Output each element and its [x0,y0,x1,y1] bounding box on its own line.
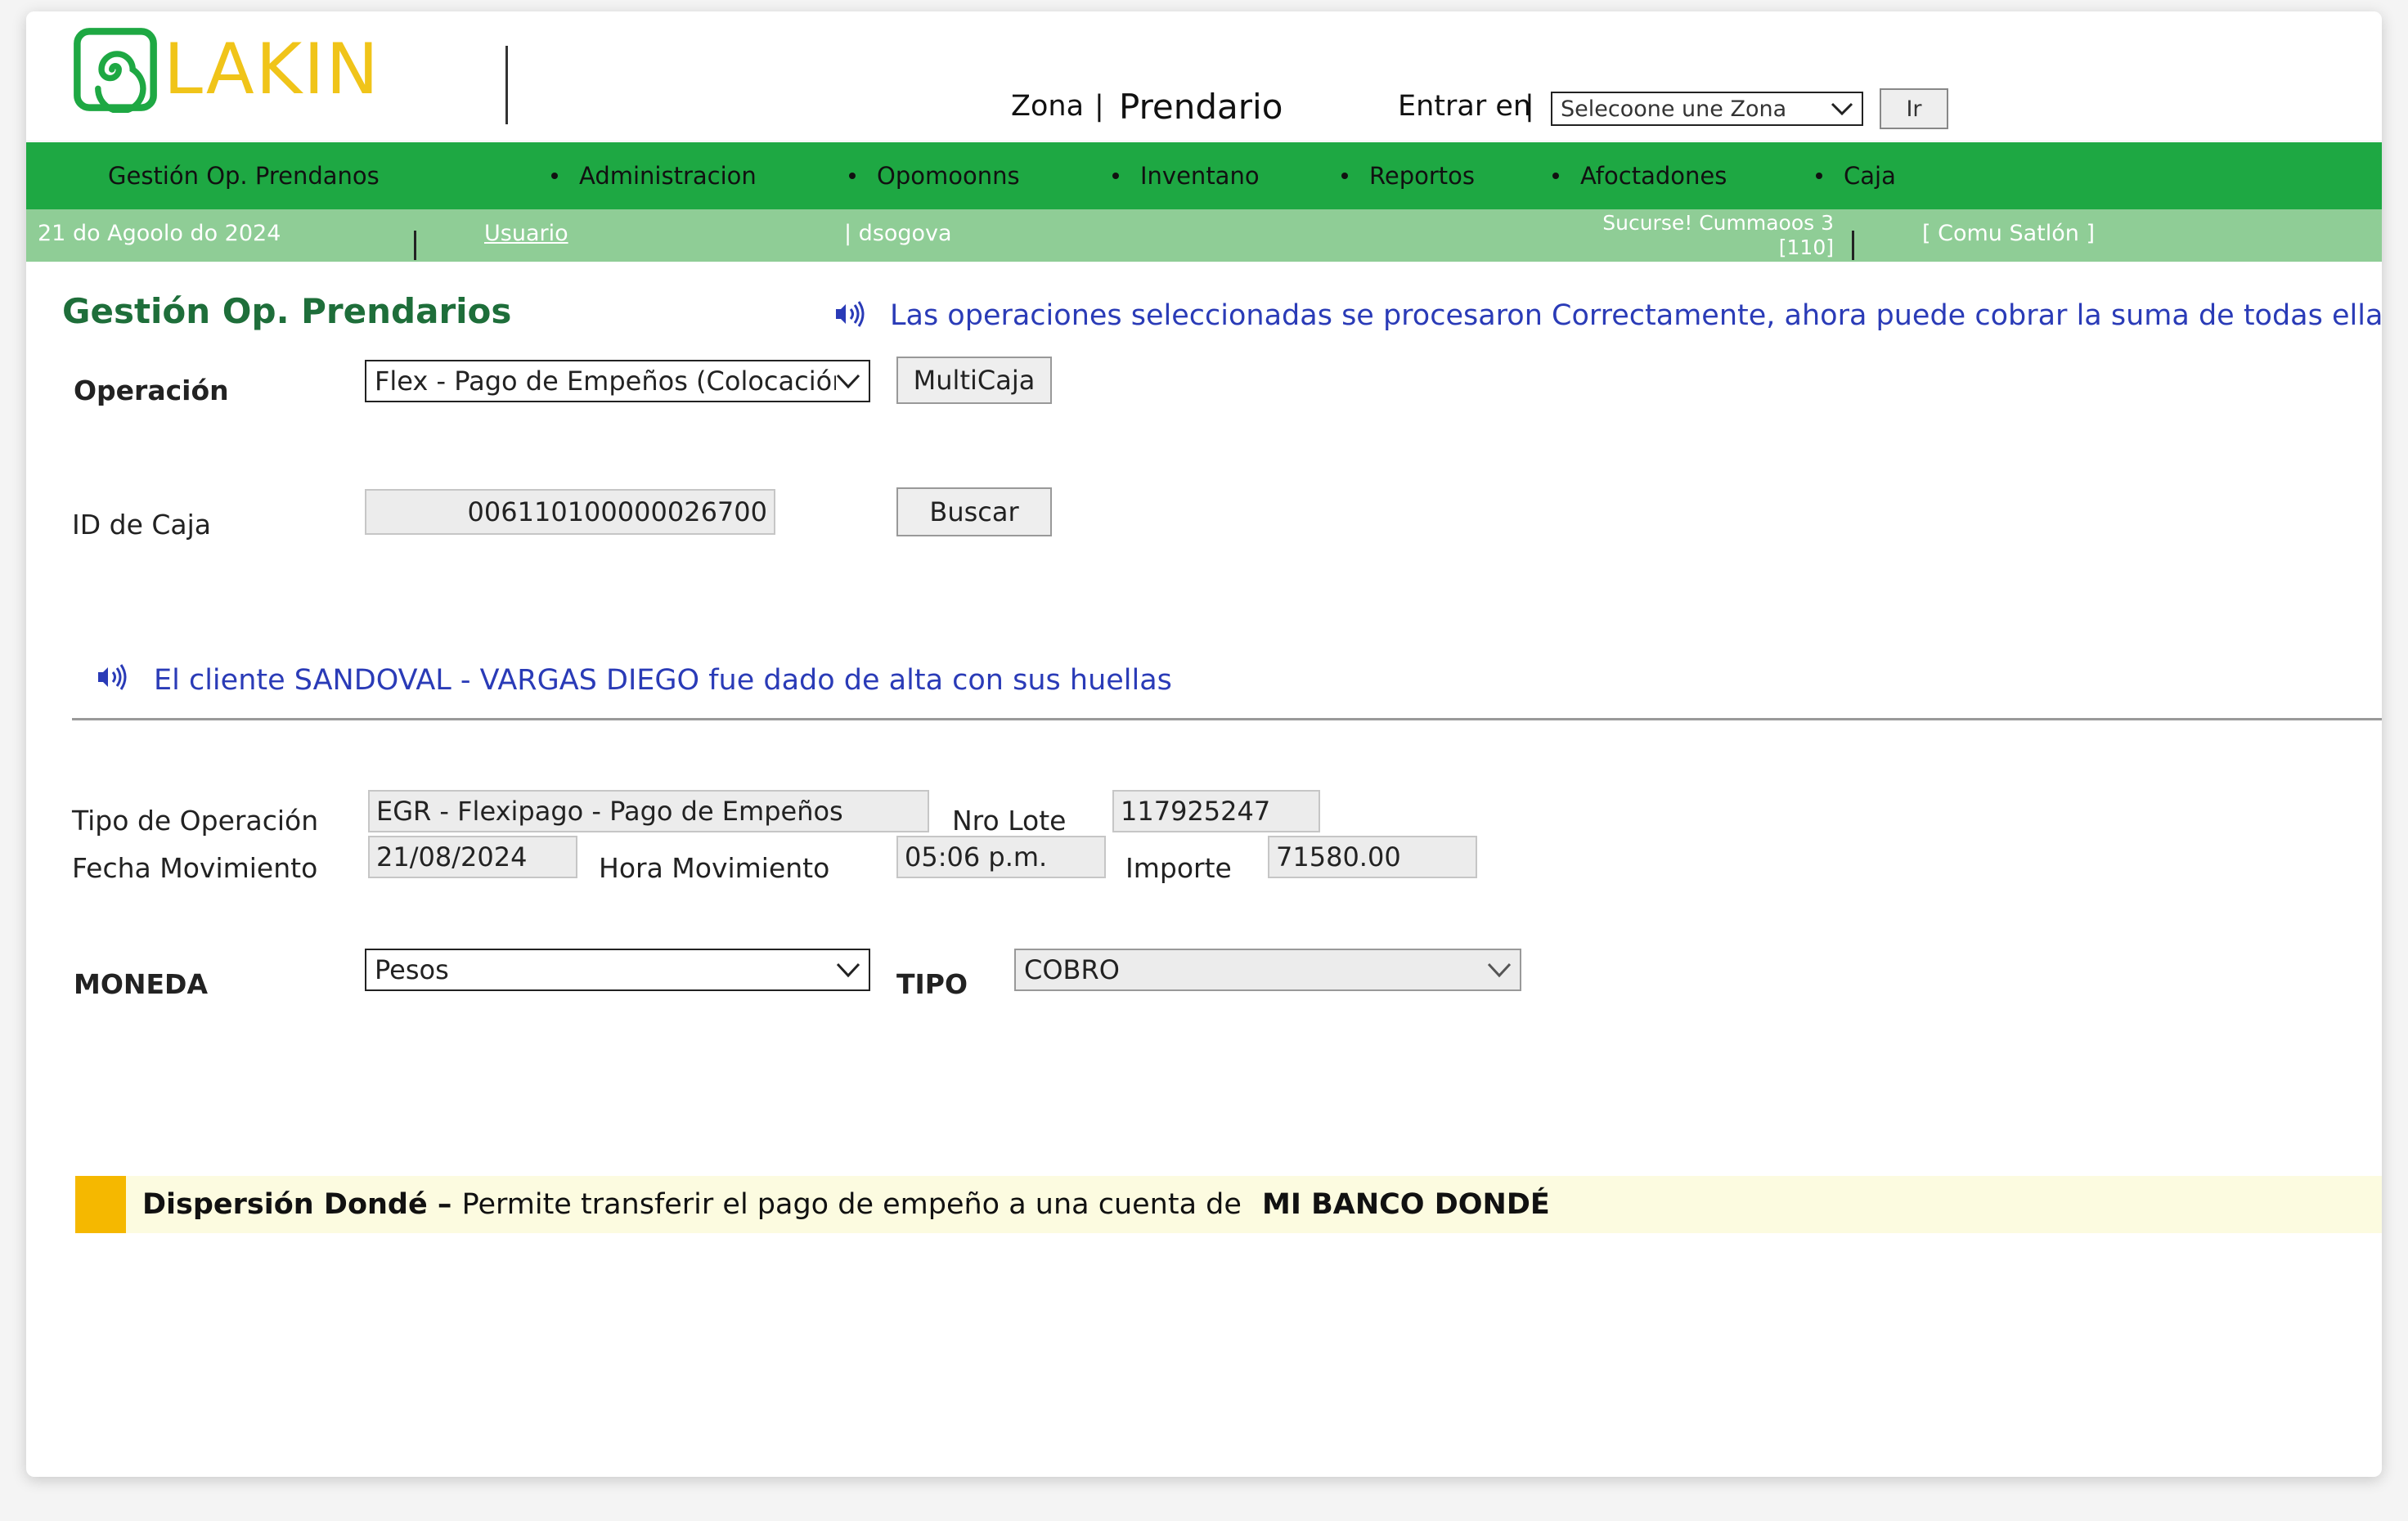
bullet-icon [1816,173,1822,179]
nav-item-label: Afoctadones [1580,162,1727,190]
zona-label: Zona [1011,90,1085,123]
operacion-select[interactable]: Flex - Pago de Empeños (Colocación) [365,360,870,402]
main-nav: Gestión Op. Prendanos Administracion Opo… [26,142,2382,209]
sucursal-name: Sucurse! Cummaoos 3 [1602,211,1834,235]
success-message: Las operaciones seleccionadas se procesa… [890,299,2382,332]
bullet-icon [1112,173,1119,179]
sucursal-id: [110] [1778,236,1834,259]
chevron-down-icon [836,374,860,389]
dispersion-banner[interactable]: Dispersión Dondé – Permite transferir el… [75,1176,2382,1233]
nav-item-label: Administracion [579,162,757,190]
moneda-select[interactable]: Pesos [365,949,870,991]
tipo-select-value: COBRO [1024,954,1120,985]
operacion-label: Operación [74,375,229,406]
app-window: LAKIN Zona | Prendario Entrar en | Selec… [26,11,2382,1477]
id-caja-field[interactable]: 006110100000026700 [365,489,775,535]
usuario-link[interactable]: Usuario [484,221,568,246]
ir-button[interactable]: Ir [1880,88,1948,129]
spiral-logo-icon [74,28,157,113]
bullet-icon [849,173,856,179]
zona-value: Prendario [1119,87,1283,127]
bullet-icon [551,173,558,179]
nav-item-caja[interactable]: Caja [1816,142,1896,209]
zona-select-value: Selecoone une Zona [1561,96,1787,122]
nav-item-operaciones[interactable]: Opomoonns [849,142,1020,209]
tipo-select[interactable]: COBRO [1014,949,1521,991]
info-separator [1852,231,1854,260]
nav-item-label: Opomoonns [877,162,1020,190]
multicaja-button[interactable]: MultiCaja [896,357,1052,404]
entrar-label: Entrar en [1398,90,1532,123]
section-divider [72,718,2382,720]
header-separator [505,46,508,124]
nav-item-afectaciones[interactable]: Afoctadones [1552,142,1727,209]
chevron-down-icon [1487,962,1512,978]
nav-item-label: Inventano [1140,162,1260,190]
entrar-pipe: | [1525,90,1534,123]
banner-text: Dispersión Dondé – Permite transferir el… [142,1188,1550,1221]
logo[interactable]: LAKIN [72,21,399,118]
importe-field[interactable]: 71580.00 [1268,836,1477,878]
zona-select[interactable]: Selecoone une Zona [1551,92,1863,126]
banner-description: Permite transferir el pago de empeño a u… [461,1188,1251,1221]
nav-item-label: Gestión Op. Prendanos [108,162,380,190]
hora-movimiento-label: Hora Movimiento [599,852,830,884]
username: | dsogova [844,221,952,246]
sound-wave-icon [98,664,127,690]
banner-bank-name: MI BANCO DONDÉ [1262,1188,1550,1221]
header: LAKIN Zona | Prendario Entrar en | Selec… [26,11,2382,141]
nav-item-gestion[interactable]: Gestión Op. Prendanos [108,142,380,209]
hora-movimiento-field[interactable]: 05:06 p.m. [896,836,1106,878]
client-message: El cliente SANDOVAL - VARGAS DIEGO fue d… [154,664,1172,697]
tipo-operacion-label: Tipo de Operación [72,805,319,837]
info-separator [414,231,416,260]
logo-text: LAKIN [164,29,380,110]
bullet-icon [1552,173,1559,179]
current-date: 21 do Agoolo do 2024 [38,221,281,246]
fecha-movimiento-label: Fecha Movimiento [72,852,318,884]
moneda-label: MONEDA [74,968,208,1000]
id-caja-label: ID de Caja [72,509,212,541]
chevron-down-icon [1831,102,1853,116]
nav-item-reportes[interactable]: Reportos [1341,142,1475,209]
sound-wave-icon [836,301,865,327]
nav-item-administracion[interactable]: Administracion [551,142,757,209]
bullet-icon [1341,173,1348,179]
page-title: Gestión Op. Prendarios [62,291,512,331]
nro-lote-label: Nro Lote [952,805,1067,837]
banner-title: Dispersión Dondé [142,1188,428,1221]
fecha-movimiento-field[interactable]: 21/08/2024 [368,836,577,878]
nav-item-label: Caja [1844,162,1896,190]
zona-pipe: | [1094,90,1104,123]
moneda-select-value: Pesos [375,954,449,985]
nav-item-label: Reportos [1369,162,1475,190]
tipo-operacion-field[interactable]: EGR - Flexipago - Pago de Empeños [368,790,929,832]
tipo-label: TIPO [896,968,968,1000]
nav-item-inventario[interactable]: Inventano [1112,142,1260,209]
logout-link[interactable]: [ Comu Satlón ] [1922,221,2095,246]
buscar-button[interactable]: Buscar [896,487,1052,536]
banner-accent-mark [75,1176,126,1233]
nro-lote-field[interactable]: 117925247 [1112,790,1320,832]
banner-dash: – [427,1188,462,1221]
importe-label: Importe [1125,852,1232,884]
operacion-select-value: Flex - Pago de Empeños (Colocación) [375,366,836,397]
chevron-down-icon [836,962,860,978]
